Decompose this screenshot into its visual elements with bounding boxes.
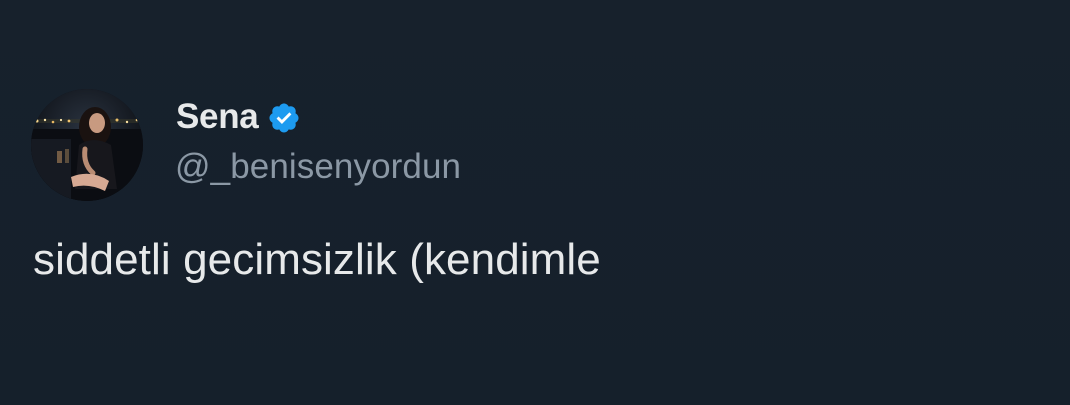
author-handle[interactable]: @_benisenyordun <box>175 146 461 188</box>
avatar-photo <box>31 89 143 201</box>
avatar[interactable] <box>31 89 143 201</box>
tweet-text: siddetli gecimsizlik (kendimle <box>33 235 601 284</box>
author-display-name[interactable]: Sena <box>176 96 259 138</box>
verified-badge-icon <box>267 101 301 135</box>
author-name-row: Sena <box>176 96 301 138</box>
tweet-card: Sena @_benisenyordun siddetli gecimsizli… <box>0 0 1070 405</box>
